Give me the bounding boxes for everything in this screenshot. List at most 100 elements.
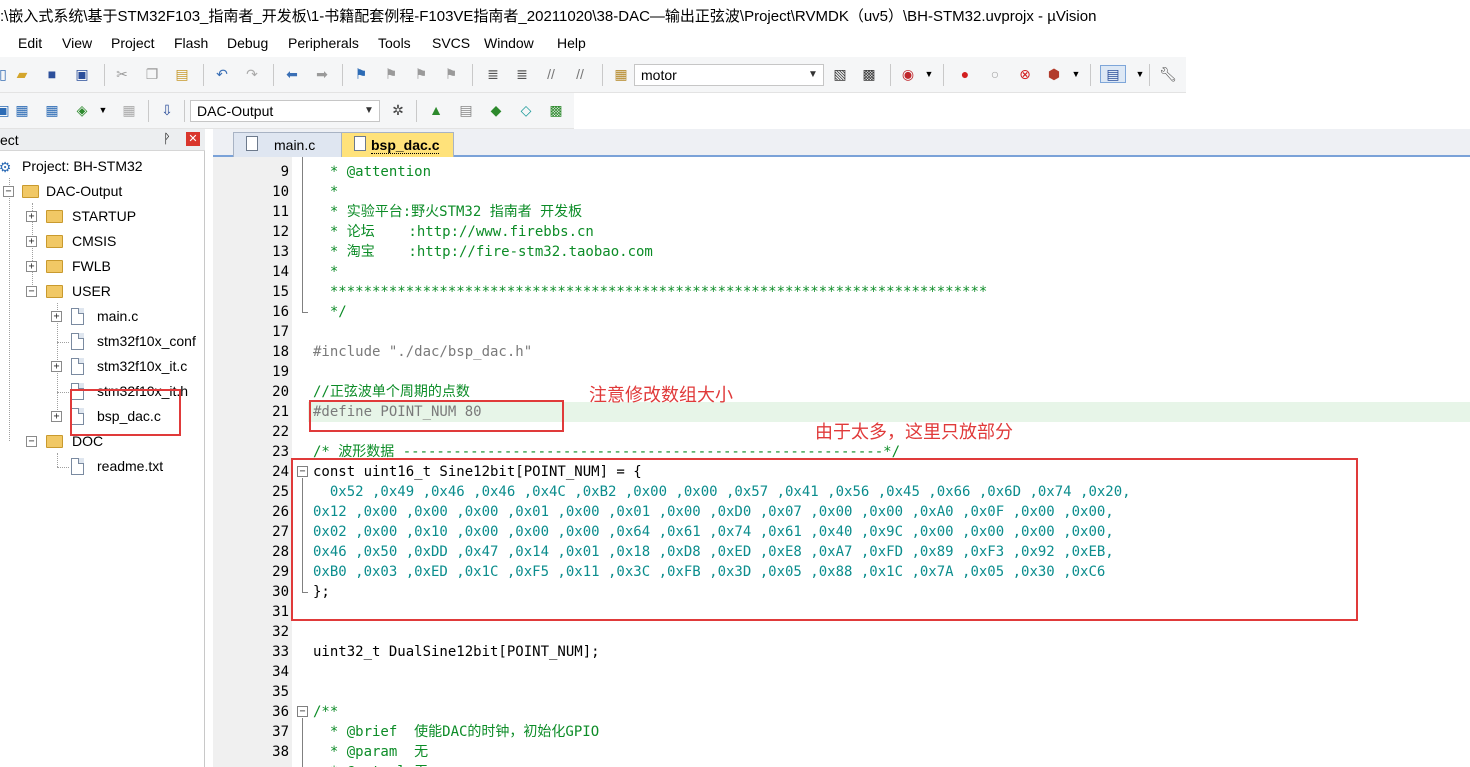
redo-icon[interactable]: ↷ [243, 65, 261, 83]
paste-icon[interactable]: ▤ [173, 65, 191, 83]
prev-bookmark-icon[interactable]: ⚑ [382, 65, 400, 83]
nav-forward-icon[interactable]: ➡ [313, 65, 331, 83]
menu-debug[interactable]: Debug [227, 35, 268, 51]
line-number-gutter: 9 10 11 12 13 14 15 16 17 18 19 20 21 22 23 24 25 26 27 28 2… [213, 157, 292, 767]
menu-svcs[interactable]: SVCS [432, 35, 470, 51]
open-folder-icon[interactable]: ▰ [13, 65, 31, 83]
uncomment-icon[interactable]: // [571, 65, 589, 83]
rebuild-icon[interactable]: ▦ [43, 101, 61, 119]
kill-breakpoints-icon[interactable]: ⊗ [1016, 65, 1034, 83]
indent-icon[interactable]: ≣ [484, 65, 502, 83]
find-combo[interactable]: motor ▼ [634, 64, 824, 86]
tab-bsp-dac-c[interactable]: bsp_dac.c [341, 132, 454, 157]
configure-icon[interactable]: 🔧︎ [1159, 65, 1177, 83]
code-line[interactable]: * [313, 262, 338, 282]
comment-icon[interactable]: // [542, 65, 560, 83]
find-in-files-icon[interactable]: ▦ [612, 65, 630, 83]
expand-icon[interactable]: + [26, 261, 37, 272]
manage-rte-icon[interactable]: ◆ [487, 101, 505, 119]
target-options-icon[interactable]: ✲ [389, 101, 407, 119]
code-line[interactable]: * @attention [313, 162, 431, 182]
clear-breakpoints-icon[interactable]: ⬢ [1045, 65, 1063, 83]
find-icon[interactable]: ▩ [860, 65, 878, 83]
chevron-down-icon[interactable]: ▼ [805, 66, 821, 84]
target-combo-value: DAC-Output [197, 103, 274, 119]
tree-group-label: STARTUP [72, 208, 137, 224]
tree-file-label: stm32f10x_it.c [97, 358, 188, 374]
debug-session-icon[interactable]: ◉ [899, 65, 917, 83]
code-line[interactable]: * 论坛 :http://www.firebbs.cn [313, 222, 594, 242]
cut-icon[interactable]: ✂ [113, 65, 131, 83]
tree-line [57, 453, 58, 467]
file-icon [354, 136, 366, 151]
save-icon[interactable]: ■ [43, 65, 61, 83]
disable-breakpoint-icon[interactable]: ○ [986, 65, 1004, 83]
clear-bookmarks-icon[interactable]: ⚑ [442, 65, 460, 83]
pin-icon[interactable]: ᚹ [163, 131, 171, 146]
collapse-icon[interactable]: − [26, 436, 37, 447]
menu-project[interactable]: Project [111, 35, 155, 51]
line-number: 24 [272, 464, 289, 480]
stop-build-icon[interactable]: ▦ [120, 101, 138, 119]
chevron-down-icon[interactable]: ▼ [1067, 65, 1085, 83]
bookmark-icon[interactable]: ⚑ [352, 65, 370, 83]
menu-peripherals[interactable]: Peripherals [288, 35, 359, 51]
target-combo[interactable]: DAC-Output ▼ [190, 100, 380, 122]
build-icon[interactable]: ▦ [13, 101, 31, 119]
code-line[interactable]: * 淘宝 :http://fire-stm32.taobao.com [313, 242, 653, 262]
menu-view[interactable]: View [62, 35, 92, 51]
file-extensions-icon[interactable]: ▲ [427, 101, 445, 119]
code-line[interactable]: ****************************************… [313, 282, 987, 302]
download-icon[interactable]: ⇩ [158, 101, 176, 119]
chevron-down-icon[interactable]: ▼ [94, 101, 112, 119]
editor-tabs: main.c bsp_dac.c [213, 129, 1470, 157]
expand-icon[interactable]: + [26, 211, 37, 222]
menu-tools[interactable]: Tools [378, 35, 411, 51]
expand-icon[interactable]: + [51, 361, 62, 372]
code-line[interactable]: */ [313, 302, 347, 322]
code-line[interactable]: uint32_t DualSine12bit[POINT_NUM]; [313, 642, 600, 662]
code-line[interactable]: /** [313, 702, 338, 722]
chevron-down-icon[interactable]: ▼ [361, 102, 377, 120]
line-number: 35 [272, 684, 289, 700]
window-layout-icon[interactable]: ▤ [1100, 65, 1126, 83]
tab-label: bsp_dac.c [371, 137, 440, 154]
line-number: 29 [272, 564, 289, 580]
menu-window[interactable]: Window [484, 35, 534, 51]
translate-icon[interactable]: ▣ [0, 101, 12, 119]
menu-help[interactable]: Help [557, 35, 586, 51]
close-icon[interactable]: ✕ [186, 132, 200, 146]
code-line[interactable]: * @brief 使能DAC的时钟，初始化GPIO [313, 722, 599, 742]
menu-flash[interactable]: Flash [174, 35, 208, 51]
batch-build-icon[interactable]: ◈ [73, 101, 91, 119]
expand-icon[interactable]: + [51, 311, 62, 322]
code-line-partial[interactable]: * @retval 无 [313, 762, 428, 767]
code-line[interactable]: #include "./dac/bsp_dac.h" [313, 342, 532, 362]
fold-collapse-icon[interactable]: − [297, 706, 308, 717]
expand-icon[interactable]: + [51, 411, 62, 422]
select-packs-icon[interactable]: ◇ [517, 101, 535, 119]
expand-icon[interactable]: + [26, 236, 37, 247]
copy-icon[interactable]: ❐ [143, 65, 161, 83]
undo-icon[interactable]: ↶ [213, 65, 231, 83]
code-line[interactable]: * [313, 182, 338, 202]
chevron-down-icon[interactable]: ▼ [920, 65, 938, 83]
save-all-icon[interactable]: ▣ [73, 65, 91, 83]
unindent-icon[interactable]: ≣ [513, 65, 531, 83]
tree-file-label: readme.txt [97, 458, 164, 474]
code-line[interactable]: * 实验平台:野火STM32 指南者 开发板 [313, 202, 582, 222]
chevron-down-icon[interactable]: ▼ [1131, 65, 1149, 83]
code-line[interactable]: * @param 无 [313, 742, 428, 762]
tab-main-c[interactable]: main.c [233, 132, 343, 157]
code-line[interactable]: //正弦波单个周期的点数 [313, 382, 470, 402]
menu-edit[interactable]: Edit [18, 35, 42, 51]
new-file-icon[interactable]: ▯ [0, 65, 12, 83]
next-bookmark-icon[interactable]: ⚑ [412, 65, 430, 83]
collapse-icon[interactable]: − [26, 286, 37, 297]
collapse-icon[interactable]: − [3, 186, 14, 197]
nav-back-icon[interactable]: ⬅ [283, 65, 301, 83]
pack-installer-icon[interactable]: ▩ [547, 101, 565, 119]
manage-project-items-icon[interactable]: ▤ [457, 101, 475, 119]
breakpoint-icon[interactable]: ● [956, 65, 974, 83]
incremental-find-icon[interactable]: ▧ [831, 65, 849, 83]
